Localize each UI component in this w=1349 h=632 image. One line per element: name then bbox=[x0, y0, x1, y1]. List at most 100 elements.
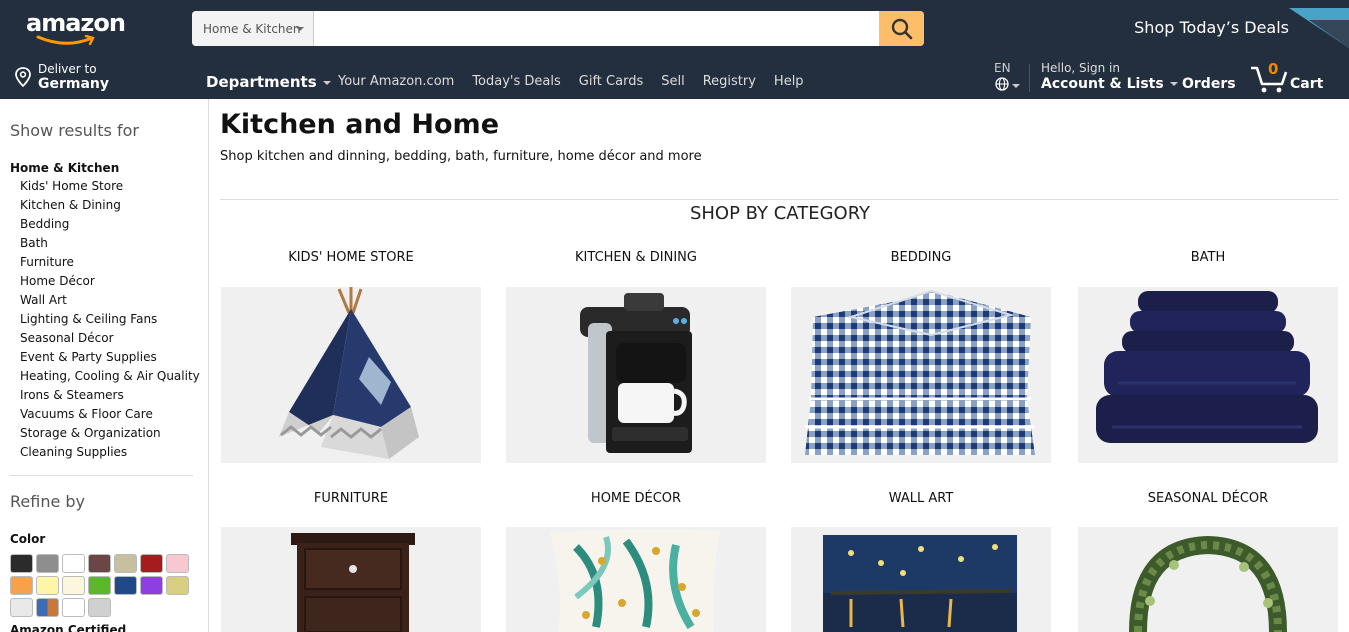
search-input[interactable] bbox=[314, 11, 879, 46]
sidebar-item-bath[interactable]: Bath bbox=[20, 236, 200, 255]
sidebar-item-wall-art[interactable]: Wall Art bbox=[20, 293, 200, 312]
search-department-dropdown[interactable]: Home & Kitchen bbox=[192, 11, 314, 46]
gingham-sheets-image[interactable] bbox=[791, 287, 1051, 463]
sidebar-item-event-party-supplies[interactable]: Event & Party Supplies bbox=[20, 350, 200, 369]
divider bbox=[220, 199, 1339, 200]
amazon-certified-heading: Amazon Certified bbox=[10, 623, 127, 632]
sidebar-item-lighting-ceiling-fans[interactable]: Lighting & Ceiling Fans bbox=[20, 312, 200, 331]
deliver-to-location[interactable]: Deliver to Germany bbox=[14, 62, 124, 94]
orders-link[interactable]: Orders bbox=[1182, 76, 1236, 92]
deals-banner-text: Shop Today’s Deals bbox=[1134, 18, 1289, 37]
nav-link-gift-cards[interactable]: Gift Cards bbox=[579, 74, 643, 89]
globe-icon bbox=[995, 77, 1009, 91]
logo-wordmark: amazon bbox=[26, 9, 126, 37]
language-selector[interactable]: EN bbox=[993, 61, 1029, 95]
towel-stack-image[interactable] bbox=[1078, 287, 1338, 463]
deliver-to-label: Deliver to bbox=[38, 62, 97, 76]
account-lists-label: Account & Lists bbox=[1041, 76, 1164, 92]
divider bbox=[10, 475, 193, 476]
deliver-to-country: Germany bbox=[38, 76, 110, 92]
sidebar-item-bedding[interactable]: Bedding bbox=[20, 217, 200, 236]
sidebar-item-furniture[interactable]: Furniture bbox=[20, 255, 200, 274]
location-pin-icon bbox=[15, 67, 31, 87]
nav-link-registry[interactable]: Registry bbox=[703, 74, 756, 89]
color-swatch[interactable] bbox=[114, 554, 137, 573]
departments-menu[interactable]: Departments bbox=[206, 73, 331, 91]
color-filter-heading: Color bbox=[10, 532, 46, 546]
search-department-label: Home & Kitchen bbox=[203, 22, 301, 36]
category-root-link[interactable]: Home & Kitchen bbox=[10, 161, 119, 175]
search-bar: Home & Kitchen bbox=[192, 11, 924, 46]
cart-label: Cart bbox=[1290, 76, 1324, 92]
amazon-logo[interactable]: amazon bbox=[26, 9, 126, 47]
wreath-image[interactable] bbox=[1078, 527, 1338, 632]
language-code: EN bbox=[994, 61, 1011, 75]
divider bbox=[1029, 64, 1030, 92]
tile-label-bath[interactable]: BATH bbox=[1078, 250, 1338, 265]
throw-pillow-image[interactable] bbox=[506, 527, 766, 632]
left-sidebar: Show results for Home & Kitchen Kids' Ho… bbox=[0, 99, 209, 632]
sidebar-item-storage-organization[interactable]: Storage & Organization bbox=[20, 426, 200, 445]
color-swatch[interactable] bbox=[62, 554, 85, 573]
sign-in-greeting: Hello, Sign in bbox=[1041, 61, 1120, 75]
sidebar-item-kitchen-dining[interactable]: Kitchen & Dining bbox=[20, 198, 200, 217]
sidebar-item-heating-cooling[interactable]: Heating, Cooling & Air Quality bbox=[20, 369, 200, 388]
show-results-heading: Show results for bbox=[10, 121, 139, 140]
sidebar-item-kids-home-store[interactable]: Kids' Home Store bbox=[20, 179, 200, 198]
color-swatch[interactable] bbox=[166, 554, 189, 573]
nav-link-your-amazon[interactable]: Your Amazon.com bbox=[338, 74, 454, 89]
color-swatch[interactable] bbox=[10, 598, 33, 617]
tile-label-kids-home-store[interactable]: KIDS' HOME STORE bbox=[221, 250, 481, 265]
search-icon bbox=[891, 18, 912, 39]
search-button[interactable] bbox=[879, 11, 924, 46]
category-list: Kids' Home Store Kitchen & Dining Beddin… bbox=[20, 179, 200, 464]
sidebar-item-cleaning-supplies[interactable]: Cleaning Supplies bbox=[20, 445, 200, 464]
color-swatch[interactable] bbox=[36, 576, 59, 595]
nav-links: Your Amazon.com Today's Deals Gift Cards… bbox=[338, 74, 822, 89]
color-swatch[interactable] bbox=[10, 576, 33, 595]
cart-button[interactable]: 0 Cart bbox=[1250, 60, 1340, 96]
color-swatch[interactable] bbox=[36, 554, 59, 573]
tile-label-furniture[interactable]: FURNITURE bbox=[221, 491, 481, 506]
nav-link-sell[interactable]: Sell bbox=[661, 74, 684, 89]
refine-by-heading: Refine by bbox=[10, 492, 86, 511]
nav-link-todays-deals[interactable]: Today's Deals bbox=[472, 74, 560, 89]
color-swatch[interactable] bbox=[114, 576, 137, 595]
shop-by-category-heading: SHOP BY CATEGORY bbox=[689, 203, 871, 224]
chevron-down-icon bbox=[1169, 82, 1178, 86]
chevron-down-icon bbox=[322, 80, 331, 85]
top-navigation-bar: amazon Home & Kitchen Shop Today’s Deals… bbox=[0, 0, 1349, 99]
tile-label-home-decor[interactable]: HOME DÉCOR bbox=[506, 491, 766, 506]
color-swatch[interactable] bbox=[88, 598, 111, 617]
color-swatch[interactable] bbox=[166, 576, 189, 595]
chevron-down-icon bbox=[1012, 84, 1020, 88]
page-subtitle: Shop kitchen and dinning, bedding, bath,… bbox=[220, 149, 702, 164]
tile-label-wall-art[interactable]: WALL ART bbox=[791, 491, 1051, 506]
color-swatch[interactable] bbox=[10, 554, 33, 573]
color-swatch[interactable] bbox=[36, 598, 59, 617]
sidebar-item-home-decor[interactable]: Home Décor bbox=[20, 274, 200, 293]
color-swatch[interactable] bbox=[88, 576, 111, 595]
starry-night-painting-image[interactable] bbox=[791, 527, 1051, 632]
color-swatch[interactable] bbox=[62, 576, 85, 595]
nav-link-help[interactable]: Help bbox=[774, 74, 804, 89]
nightstand-image[interactable] bbox=[221, 527, 481, 632]
teepee-tent-image[interactable] bbox=[221, 287, 481, 463]
color-swatch[interactable] bbox=[140, 554, 163, 573]
color-swatch[interactable] bbox=[88, 554, 111, 573]
tile-label-kitchen-dining[interactable]: KITCHEN & DINING bbox=[506, 250, 766, 265]
sidebar-item-vacuums-floor-care[interactable]: Vacuums & Floor Care bbox=[20, 407, 200, 426]
coffee-maker-image[interactable] bbox=[506, 287, 766, 463]
sidebar-item-seasonal-decor[interactable]: Seasonal Décor bbox=[20, 331, 200, 350]
sidebar-item-irons-steamers[interactable]: Irons & Steamers bbox=[20, 388, 200, 407]
chevron-down-icon bbox=[296, 27, 304, 31]
tile-label-seasonal-decor[interactable]: SEASONAL DÉCOR bbox=[1078, 491, 1338, 506]
page-title: Kitchen and Home bbox=[220, 109, 500, 140]
banner-decoration bbox=[1309, 20, 1349, 48]
color-swatch[interactable] bbox=[62, 598, 85, 617]
departments-label: Departments bbox=[206, 73, 317, 91]
todays-deals-banner[interactable]: Shop Today’s Deals bbox=[1100, 8, 1349, 48]
account-and-lists-menu[interactable]: Hello, Sign in Account & Lists bbox=[1041, 61, 1178, 92]
tile-label-bedding[interactable]: BEDDING bbox=[791, 250, 1051, 265]
color-swatch[interactable] bbox=[140, 576, 163, 595]
